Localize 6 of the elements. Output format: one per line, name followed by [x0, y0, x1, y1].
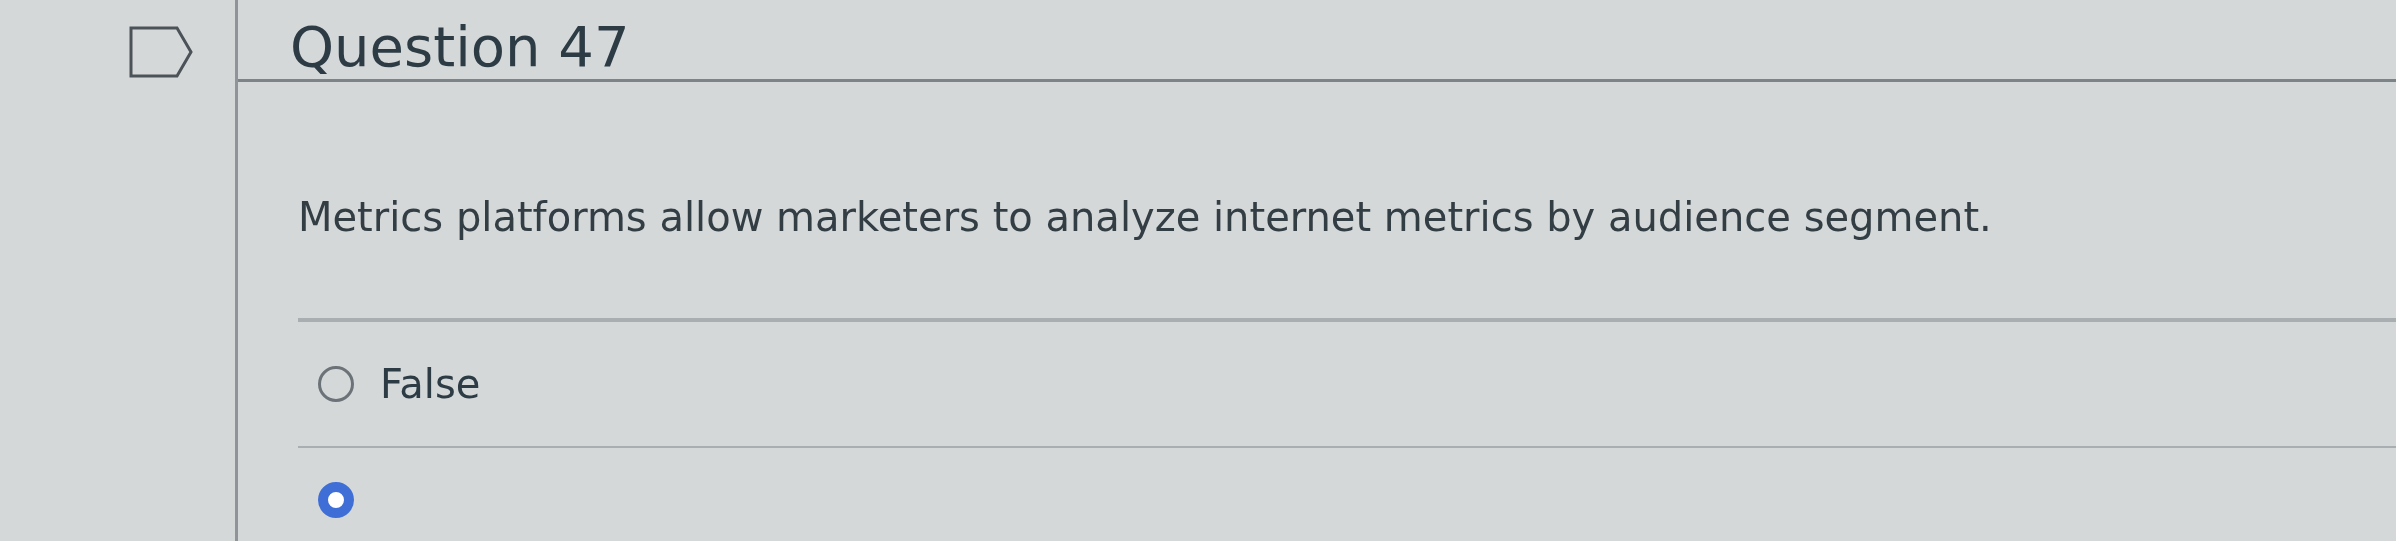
radio-button[interactable] — [318, 482, 354, 518]
answer-label: False — [380, 361, 481, 407]
question-title: Question 47 — [290, 14, 630, 79]
question-text: Metrics platforms allow marketers to analyze internet metrics by audience segment. — [298, 194, 1993, 240]
radio-button[interactable] — [318, 366, 354, 402]
flag-icon[interactable] — [129, 26, 193, 78]
